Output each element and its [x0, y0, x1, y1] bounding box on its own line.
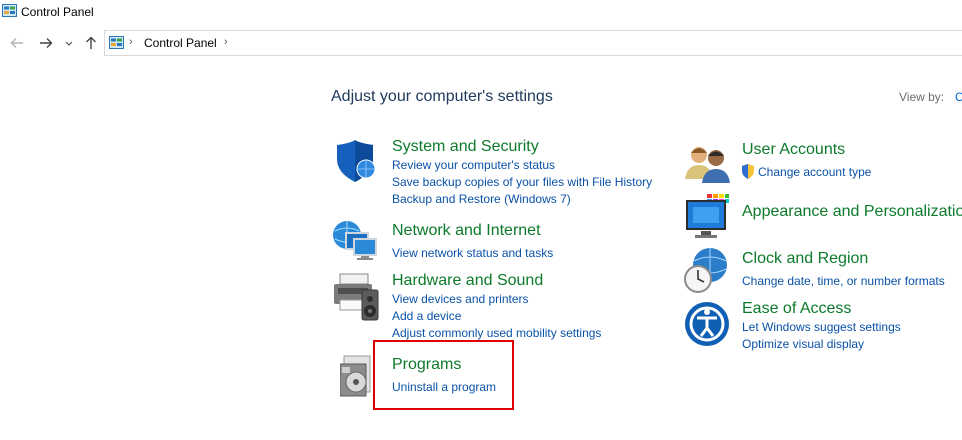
arrow-up-icon: [86, 36, 96, 49]
link-save-backup-file-history[interactable]: Save backup copies of your files with Fi…: [392, 175, 652, 189]
ease-of-access-icon[interactable]: [684, 301, 730, 352]
shield-icon[interactable]: [333, 139, 377, 188]
highlight-box: [373, 340, 514, 410]
category-clock-and-region[interactable]: Clock and Region: [742, 250, 868, 268]
appearance-monitor-icon[interactable]: [685, 193, 733, 244]
link-adjust-mobility-settings[interactable]: Adjust commonly used mobility settings: [392, 326, 601, 340]
breadcrumb-separator-icon[interactable]: ›: [129, 36, 133, 48]
network-globe-icon[interactable]: [332, 219, 380, 268]
view-by-label: View by:: [899, 90, 945, 104]
breadcrumb-control-panel[interactable]: Control Panel: [144, 36, 217, 50]
view-by-dropdown[interactable]: C: [955, 90, 962, 104]
link-let-windows-suggest-settings[interactable]: Let Windows suggest settings: [742, 320, 901, 334]
category-system-and-security[interactable]: System and Security: [392, 138, 539, 156]
navigation-bar: › Control Panel ›: [0, 26, 962, 60]
uac-shield-icon: [741, 164, 755, 184]
link-backup-and-restore[interactable]: Backup and Restore (Windows 7): [392, 192, 571, 206]
link-add-a-device[interactable]: Add a device: [392, 309, 461, 323]
category-user-accounts[interactable]: User Accounts: [742, 141, 845, 159]
up-button[interactable]: [82, 34, 100, 52]
users-icon[interactable]: [685, 143, 731, 188]
page-title: Adjust your computer's settings: [331, 88, 553, 105]
category-hardware-and-sound[interactable]: Hardware and Sound: [392, 272, 543, 290]
back-button[interactable]: [8, 34, 26, 52]
clock-globe-icon[interactable]: [684, 247, 730, 300]
window-title: Control Panel: [21, 5, 94, 19]
programs-disc-icon[interactable]: [339, 354, 376, 403]
category-ease-of-access[interactable]: Ease of Access: [742, 300, 851, 318]
link-view-devices-printers[interactable]: View devices and printers: [392, 292, 529, 306]
link-change-date-time-formats[interactable]: Change date, time, or number formats: [742, 274, 945, 288]
link-view-network-status[interactable]: View network status and tasks: [392, 246, 553, 260]
forward-button[interactable]: [37, 34, 55, 52]
link-optimize-visual-display[interactable]: Optimize visual display: [742, 337, 864, 351]
link-change-account-type[interactable]: Change account type: [758, 165, 871, 179]
recent-locations-button[interactable]: [63, 34, 75, 52]
control-panel-icon: [2, 4, 17, 17]
link-review-computer-status[interactable]: Review your computer's status: [392, 158, 555, 172]
address-bar[interactable]: › Control Panel ›: [104, 30, 962, 56]
chevron-down-icon: [65, 41, 73, 46]
arrow-right-icon: [40, 38, 53, 48]
category-network-and-internet[interactable]: Network and Internet: [392, 222, 541, 240]
title-bar: Control Panel: [0, 0, 962, 24]
arrow-left-icon: [10, 38, 23, 48]
breadcrumb-separator-icon[interactable]: ›: [224, 36, 228, 48]
control-panel-icon: [109, 36, 124, 49]
printer-speaker-icon[interactable]: [332, 272, 380, 327]
category-appearance-and-personalization[interactable]: Appearance and Personalization: [742, 203, 962, 221]
